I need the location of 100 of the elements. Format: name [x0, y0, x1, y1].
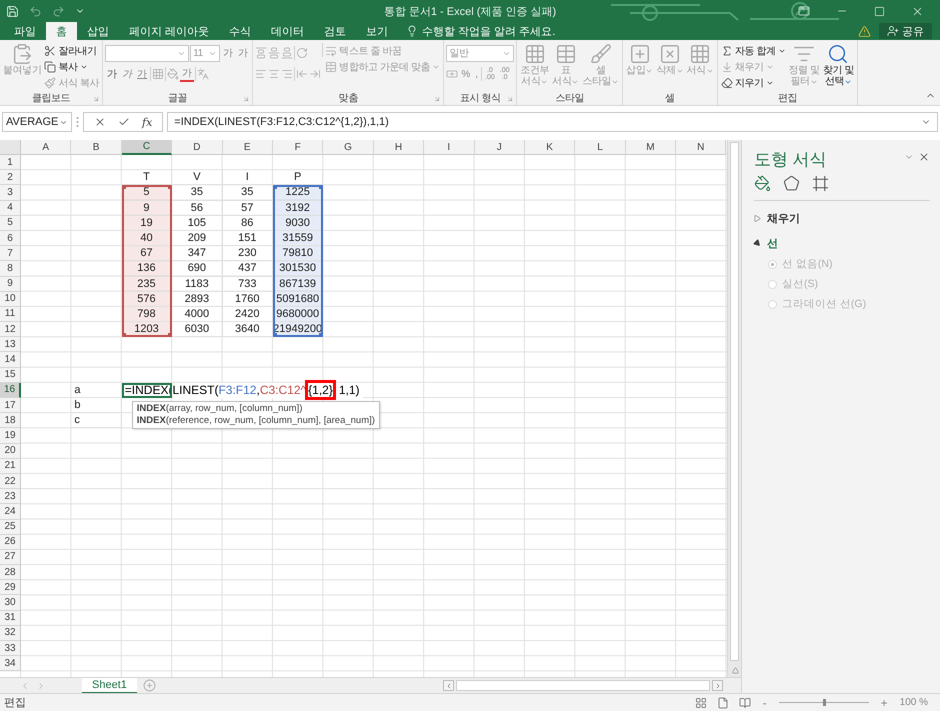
caret-icon	[645, 67, 654, 75]
row-header[interactable]: 26	[0, 534, 21, 550]
ribbon-button[interactable]: 찾기 및 선택	[822, 43, 855, 87]
page-layout-button[interactable]	[716, 696, 729, 708]
scroll-right-button[interactable]	[712, 680, 723, 691]
row-header[interactable]: 25	[0, 520, 21, 535]
row-header[interactable]: 9	[0, 276, 21, 292]
decrease-indent-icon	[296, 68, 308, 80]
row-header[interactable]: 10	[0, 292, 21, 307]
row-header[interactable]: 22	[0, 474, 21, 490]
ribbon-tab[interactable]: 보기	[356, 22, 398, 40]
horizontal-scrollbar[interactable]	[456, 680, 710, 691]
ribbon-tab[interactable]: 데이터	[261, 22, 314, 40]
row-header[interactable]: 13	[0, 337, 21, 352]
syntax-line[interactable]: INDEX(reference, row_num, [column_num], [area_num])	[136, 415, 375, 427]
row-header[interactable]: 33	[0, 641, 21, 656]
ribbon-tab[interactable]: 삽입	[77, 22, 119, 40]
row-header[interactable]: 1	[0, 155, 21, 170]
syntax-line[interactable]: INDEX(array, row_num, [column_num])	[136, 403, 375, 415]
row-header[interactable]: 17	[0, 398, 21, 414]
row-header[interactable]: 7	[0, 246, 21, 262]
row-header[interactable]: 21	[0, 458, 21, 474]
section-header[interactable]: 선	[754, 236, 930, 251]
share-button[interactable]: 공유	[879, 23, 932, 39]
caret-icon	[676, 67, 684, 75]
scroll-left-button[interactable]	[443, 680, 454, 691]
ribbon-button[interactable]: 자동 합계	[720, 43, 787, 58]
row-header[interactable]: 14	[0, 352, 21, 368]
row-header[interactable]: 32	[0, 626, 21, 641]
column-header[interactable]: M	[626, 140, 676, 155]
ribbon-tab[interactable]: 검토	[314, 22, 356, 40]
ribbon-button[interactable]: 복사	[43, 59, 100, 74]
column-header[interactable]: F	[272, 140, 324, 155]
column-header[interactable]: L	[575, 140, 626, 155]
row-header[interactable]: 24	[0, 504, 21, 520]
ribbon-tab[interactable]: 수식	[219, 22, 262, 40]
grid-icon	[694, 696, 707, 708]
ribbon-tab[interactable]: 페이지 레이아웃	[119, 22, 220, 40]
column-header[interactable]: B	[71, 140, 122, 155]
column-header[interactable]: A	[21, 140, 72, 155]
font-name-field[interactable]	[105, 44, 190, 62]
table-cell: 733	[222, 276, 273, 292]
row-header[interactable]: 23	[0, 489, 21, 504]
row-header[interactable]: 11	[0, 306, 21, 322]
normal-view-button[interactable]	[694, 696, 707, 708]
pane-tab[interactable]	[783, 175, 800, 192]
row-header[interactable]: 27	[0, 550, 21, 566]
section-header[interactable]: 채우기	[754, 211, 930, 226]
tell-me-field[interactable]: 수행할 작업을 알려 주세요.	[398, 22, 564, 40]
clipboard-icon	[11, 43, 34, 65]
column-header[interactable]: G	[323, 140, 374, 155]
column-header[interactable]: D	[172, 140, 223, 155]
vertical-scrollbar[interactable]	[727, 140, 741, 677]
ribbon-tab[interactable]: 파일	[4, 22, 46, 40]
row-header[interactable]: 3	[0, 185, 21, 201]
slider-thumb[interactable]	[822, 699, 826, 706]
pane-tab[interactable]	[812, 175, 829, 192]
close-icon	[94, 116, 106, 128]
column-header[interactable]: H	[374, 140, 424, 155]
table-cell: 9680000	[272, 306, 324, 322]
insert-function-button[interactable]: fx	[138, 116, 156, 128]
align-bottom-icon	[281, 47, 294, 59]
row-header[interactable]: 4	[0, 200, 21, 216]
ribbon-tab[interactable]: 홈	[46, 22, 77, 40]
row-header[interactable]: 12	[0, 322, 21, 338]
row-header[interactable]: 8	[0, 261, 21, 276]
row-header[interactable]: 5	[0, 216, 21, 231]
row-header[interactable]: 19	[0, 428, 21, 444]
row-header[interactable]: 2	[0, 170, 21, 186]
table-cell: 9030	[272, 216, 324, 231]
row-header[interactable]: 15	[0, 368, 21, 383]
ribbon-button[interactable]: 지우기	[720, 75, 787, 90]
row-header[interactable]: 29	[0, 580, 21, 596]
pane-tab[interactable]	[754, 175, 771, 192]
row-header[interactable]: 28	[0, 565, 21, 580]
page-break-button[interactable]	[738, 696, 751, 708]
column-header[interactable]: C	[122, 140, 172, 155]
sheet-tab[interactable]: Sheet1	[82, 678, 137, 694]
column-header[interactable]: N	[676, 140, 726, 155]
row-header[interactable]: 6	[0, 230, 21, 246]
row-header[interactable]: 18	[0, 413, 21, 428]
select-all-corner[interactable]	[0, 140, 21, 155]
row-header[interactable]: 20	[0, 444, 21, 459]
column-header[interactable]: E	[222, 140, 273, 155]
group-label: 클립보드	[32, 92, 70, 104]
row-header[interactable]: 31	[0, 610, 21, 626]
column-header[interactable]: I	[424, 140, 475, 155]
formula-input[interactable]: =INDEX(LINEST(F3:F12,C3:C12^{1,2}),1,1)	[167, 112, 938, 132]
collapsed-icon	[754, 215, 761, 222]
name-box[interactable]: AVERAGE	[2, 112, 72, 132]
group-label: 맞춤	[338, 92, 358, 104]
book-icon	[738, 696, 751, 708]
column-header[interactable]: J	[474, 140, 525, 155]
ribbon-button[interactable]: 잘라내기	[43, 43, 100, 58]
drag-handle-icon[interactable]	[76, 116, 79, 128]
column-header[interactable]: K	[524, 140, 576, 155]
caret-icon	[706, 67, 714, 75]
row-header[interactable]: 34	[0, 656, 21, 672]
row-header[interactable]: 16	[0, 382, 21, 398]
row-header[interactable]: 30	[0, 595, 21, 611]
